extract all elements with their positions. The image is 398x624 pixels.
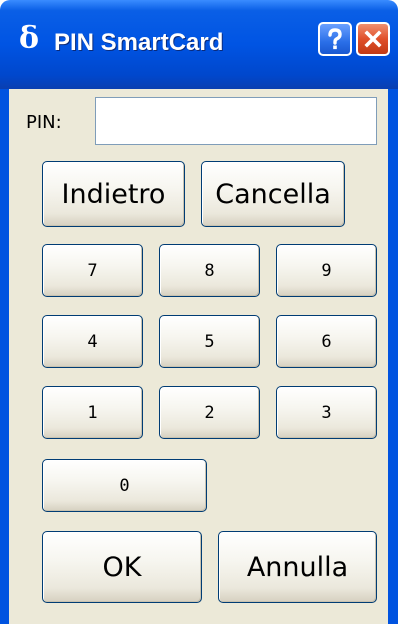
- keypad-1-button[interactable]: 1: [42, 386, 143, 439]
- keypad-2-button[interactable]: 2: [159, 386, 260, 439]
- keypad-3-button[interactable]: 3: [276, 386, 377, 439]
- help-button[interactable]: [318, 22, 352, 56]
- keypad-4-button[interactable]: 4: [42, 315, 143, 368]
- cancel-button[interactable]: Annulla: [218, 531, 377, 603]
- title-bar[interactable]: δ PIN SmartCard: [0, 0, 398, 89]
- keypad-0-button[interactable]: 0: [42, 459, 207, 512]
- keypad-8-button[interactable]: 8: [159, 244, 260, 297]
- window-title: PIN SmartCard: [54, 29, 224, 56]
- question-mark-icon: [328, 28, 342, 50]
- keypad-9-button[interactable]: 9: [276, 244, 377, 297]
- keypad-6-button[interactable]: 6: [276, 315, 377, 368]
- keypad-7-button[interactable]: 7: [42, 244, 143, 297]
- close-button[interactable]: [356, 22, 390, 56]
- keypad-5-button[interactable]: 5: [159, 315, 260, 368]
- delta-icon: δ: [18, 21, 39, 56]
- pin-label: PIN:: [26, 112, 62, 133]
- back-button[interactable]: Indietro: [42, 161, 185, 227]
- ok-button[interactable]: OK: [42, 531, 202, 603]
- clear-button[interactable]: Cancella: [201, 161, 345, 227]
- pin-input[interactable]: [95, 97, 377, 145]
- pin-smartcard-window: δ PIN SmartCard PIN: Indietro Cancella 7…: [0, 0, 398, 624]
- close-icon: [364, 30, 382, 48]
- window-frame-right: [388, 89, 398, 624]
- window-frame-left: [0, 89, 9, 624]
